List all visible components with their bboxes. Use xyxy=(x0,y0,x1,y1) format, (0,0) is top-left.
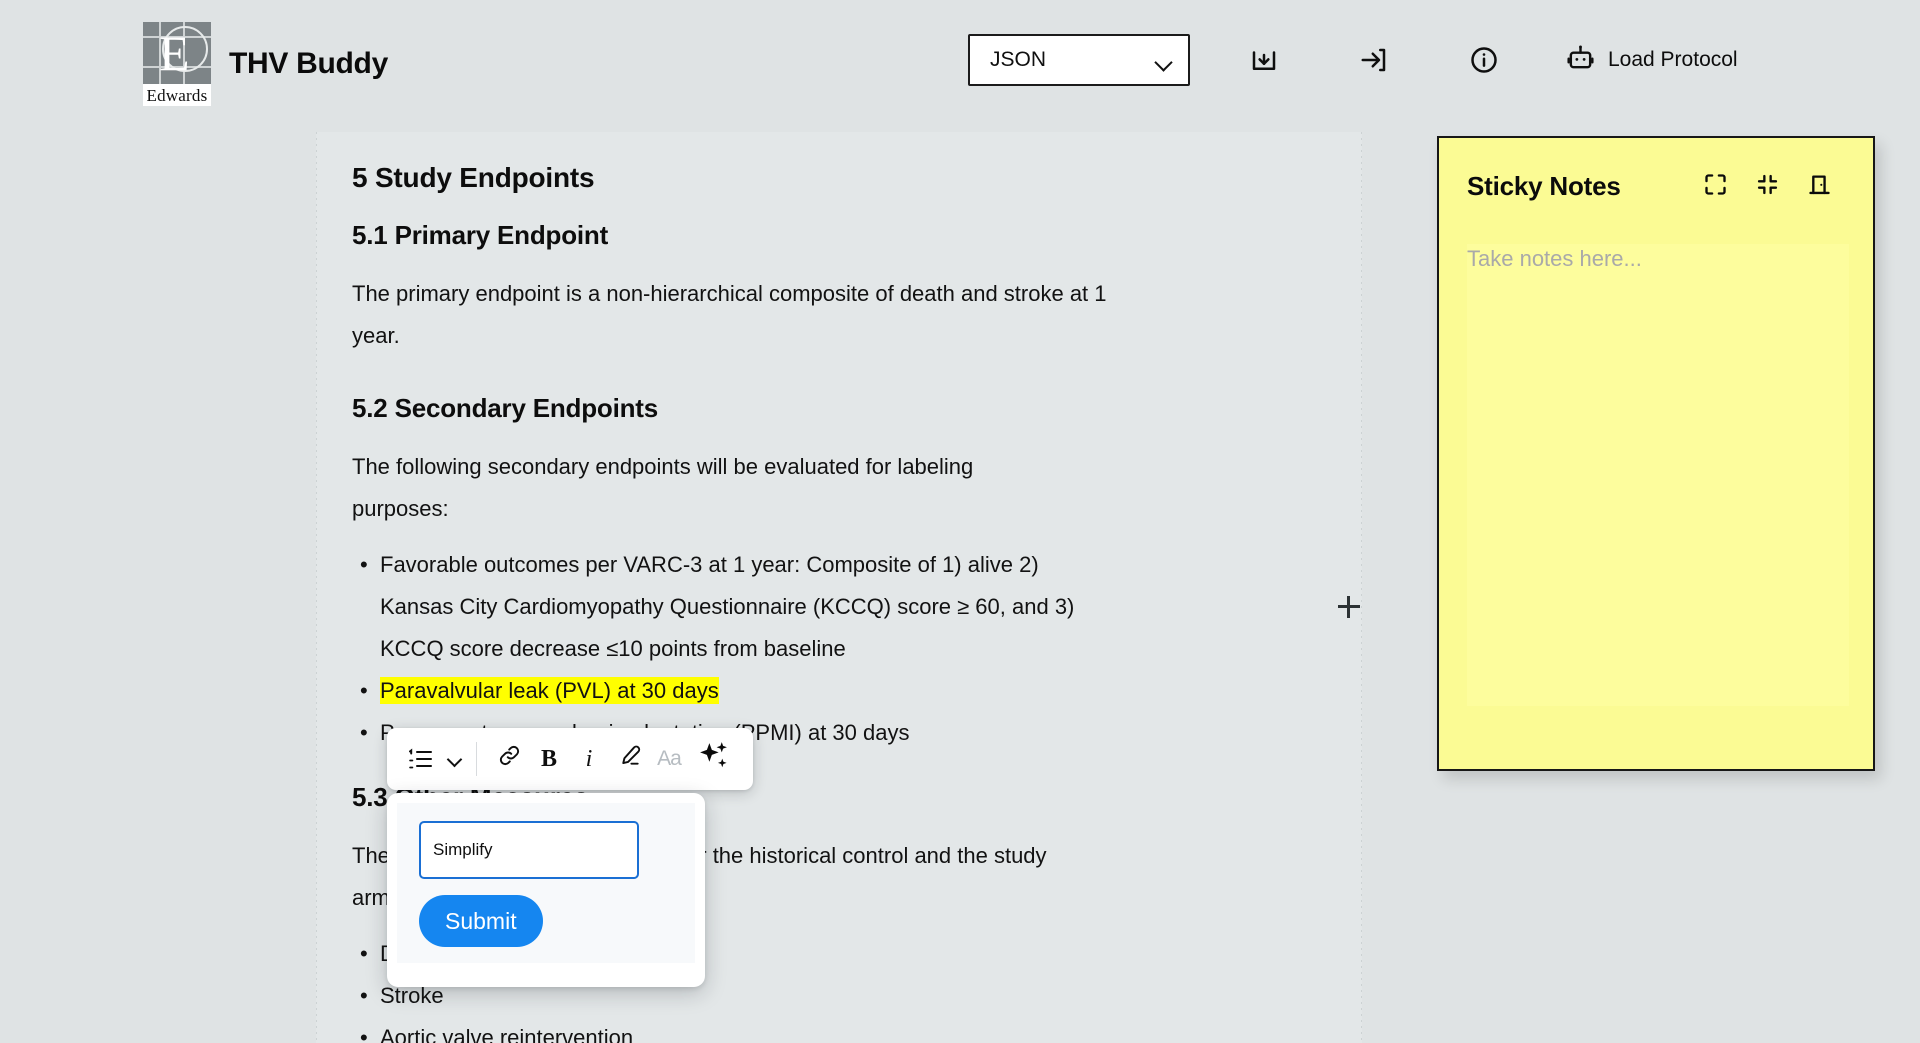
secondary-intro-paragraph: The following secondary endpoints will b… xyxy=(352,454,974,521)
primary-endpoint-paragraph: The primary endpoint is a non-hierarchic… xyxy=(352,281,1107,348)
heading-study-endpoints: 5 Study Endpoints xyxy=(352,162,595,193)
ai-sparkle-icon xyxy=(697,739,730,779)
list-item[interactable]: Paravalvular leak (PVL) at 30 days xyxy=(360,670,1306,712)
format-select[interactable]: JSON xyxy=(968,34,1190,86)
ai-prompt-input[interactable] xyxy=(419,821,639,879)
panel-left-edge xyxy=(316,132,317,1043)
robot-icon xyxy=(1566,43,1595,78)
sticky-notes-actions xyxy=(1689,164,1845,208)
load-protocol-button[interactable]: Load Protocol xyxy=(1566,43,1738,78)
list-item[interactable]: Aortic valve reintervention xyxy=(360,1017,1306,1043)
chevron-down-icon xyxy=(1156,56,1172,65)
expand-button[interactable] xyxy=(1689,164,1741,208)
ai-assist-button[interactable] xyxy=(693,737,733,781)
edwards-logo-letter: E xyxy=(159,25,190,81)
secondary-endpoints-list: Favorable outcomes per VARC-3 at 1 year:… xyxy=(352,544,1306,754)
submit-button[interactable]: Submit xyxy=(419,895,543,947)
font-style-button[interactable]: Aa xyxy=(649,737,689,781)
sticky-notes-header: Sticky Notes xyxy=(1467,164,1845,208)
highlighter-icon xyxy=(618,744,641,774)
edwards-logo-mark: E xyxy=(143,22,211,84)
collapse-icon xyxy=(1754,171,1781,201)
dock-button[interactable] xyxy=(1793,164,1845,208)
header-tools: JSON Load Protocol xyxy=(968,32,1738,88)
dock-icon xyxy=(1806,171,1833,201)
app-title: THV Buddy xyxy=(229,47,388,80)
block-controls xyxy=(1338,596,1362,618)
chevron-down-icon[interactable] xyxy=(447,752,462,767)
highlighted-text: Paravalvular leak (PVL) at 30 days xyxy=(380,677,719,704)
heading-secondary-endpoints: 5.2 Secondary Endpoints xyxy=(352,393,659,423)
panel-right-edge xyxy=(1361,132,1362,1043)
sticky-notes-title: Sticky Notes xyxy=(1467,170,1621,201)
italic-button[interactable]: i xyxy=(569,737,609,781)
ai-prompt-inner: Submit xyxy=(397,803,695,963)
load-protocol-label: Load Protocol xyxy=(1608,48,1738,71)
highlighter-button[interactable] xyxy=(609,737,649,781)
format-select-value: JSON xyxy=(990,48,1047,71)
download-icon xyxy=(1249,45,1279,75)
ai-prompt-popup: Submit xyxy=(387,793,705,987)
add-block-icon[interactable] xyxy=(1338,596,1360,618)
sign-in-button[interactable] xyxy=(1346,32,1402,88)
format-toolbar: B i Aa xyxy=(387,728,753,790)
link-button[interactable] xyxy=(489,737,529,781)
sticky-notes-panel: Sticky Notes xyxy=(1437,136,1875,771)
app-header: E Edwards THV Buddy JSON Load Protocol xyxy=(0,0,1920,128)
ordered-list-icon[interactable] xyxy=(401,737,441,781)
heading-primary-endpoint: 5.1 Primary Endpoint xyxy=(352,220,609,250)
toolbar-divider xyxy=(476,742,477,776)
expand-icon xyxy=(1702,171,1729,201)
sticky-notes-textarea[interactable] xyxy=(1467,244,1849,706)
link-icon xyxy=(498,744,521,774)
edwards-logo: E Edwards xyxy=(143,22,211,106)
info-icon xyxy=(1469,45,1499,75)
list-item[interactable]: Favorable outcomes per VARC-3 at 1 year:… xyxy=(360,544,1092,670)
brand: E Edwards THV Buddy xyxy=(143,22,388,106)
list-style-group[interactable] xyxy=(401,737,474,781)
collapse-button[interactable] xyxy=(1741,164,1793,208)
bold-button[interactable]: B xyxy=(529,737,569,781)
info-button[interactable] xyxy=(1456,32,1512,88)
edwards-logo-wordmark: Edwards xyxy=(146,86,208,105)
sign-in-icon xyxy=(1359,45,1389,75)
download-button[interactable] xyxy=(1236,32,1292,88)
